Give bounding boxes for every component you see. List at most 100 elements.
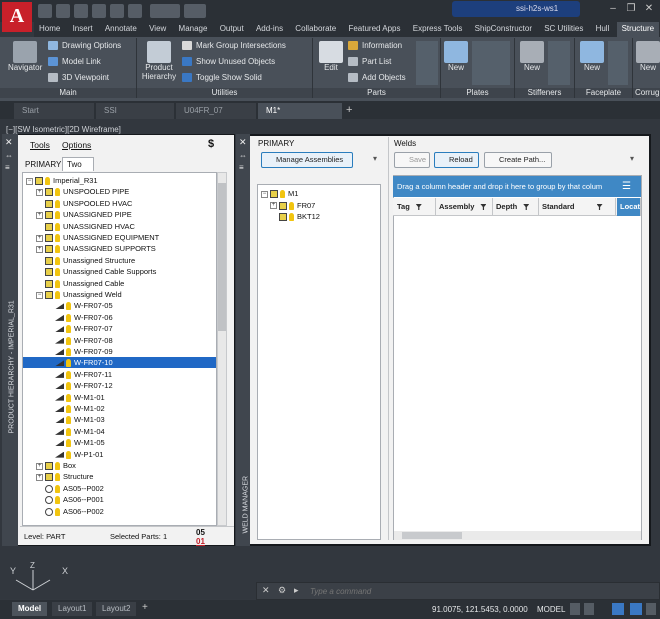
assembly-tree-item[interactable]: BKT12 [258, 211, 380, 222]
tree-item[interactable]: AS06--P001 [23, 494, 216, 505]
visibility-bulb-icon[interactable] [66, 313, 71, 322]
tab-structure[interactable]: Structure [616, 22, 660, 37]
tab-hull[interactable]: Hull [591, 22, 615, 37]
expand-toggle[interactable]: + [36, 462, 43, 470]
status-code-icon[interactable]: 05 01 [196, 528, 205, 546]
tree-item[interactable]: W-FR07-11 [23, 369, 216, 380]
visibility-bulb-icon[interactable] [55, 234, 60, 243]
product-hierarchy-button[interactable]: Product Hierarchy [140, 41, 178, 81]
visibility-bulb-icon[interactable] [66, 427, 71, 436]
tree-item[interactable]: AS05--P002 [23, 483, 216, 494]
assembly-tree-item[interactable]: + FR07 [258, 200, 380, 211]
tree-item[interactable]: − Imperial_R31 [23, 175, 216, 186]
parts-tools-icon[interactable] [416, 41, 438, 85]
close-icon[interactable]: ✕ [640, 2, 658, 16]
toggle-show-solid-button[interactable]: Toggle Show Solid [182, 73, 262, 83]
save-button[interactable]: Save [394, 152, 430, 168]
visibility-bulb-icon[interactable] [55, 291, 60, 300]
autohide-icon[interactable]: ⇔ [239, 151, 247, 160]
command-input[interactable] [310, 584, 640, 598]
tree-item[interactable]: W-FR07-07 [23, 323, 216, 334]
column-standard[interactable]: Standard [539, 198, 616, 216]
expand-toggle[interactable]: + [36, 245, 43, 253]
information-button[interactable]: Information [348, 41, 402, 51]
tab-express-tools[interactable]: Express Tools [408, 22, 468, 37]
visibility-bulb-icon[interactable] [55, 279, 60, 288]
faceplate-tools-icon[interactable] [608, 41, 628, 85]
visibility-bulb-icon[interactable] [55, 199, 60, 208]
dropdown-arrow-icon[interactable]: ▾ [630, 154, 634, 163]
expand-toggle[interactable]: + [36, 211, 43, 219]
visibility-bulb-icon[interactable] [55, 222, 60, 231]
filter-icon[interactable] [523, 204, 530, 211]
plates-new-button[interactable]: New [444, 41, 468, 72]
tree-item[interactable]: W-M1-03 [23, 414, 216, 425]
stiffeners-new-button[interactable]: New [520, 41, 544, 72]
grid-icon[interactable] [570, 603, 580, 615]
visibility-bulb-icon[interactable] [66, 325, 71, 334]
tree-item[interactable]: + UNASSIGNED SUPPORTS [23, 243, 216, 254]
visibility-bulb-icon[interactable] [66, 359, 71, 368]
part-list-button[interactable]: Part List [348, 57, 391, 67]
model-link-button[interactable]: Model Link [48, 57, 101, 67]
model-space-button[interactable]: MODEL [537, 605, 565, 614]
visibility-bulb-icon[interactable] [289, 213, 294, 222]
autohide-icon[interactable]: ⇔ [5, 151, 13, 160]
filter-icon[interactable] [480, 204, 487, 211]
tab-layout1[interactable]: Layout1 [52, 602, 93, 616]
minimize-icon[interactable]: – [604, 2, 622, 16]
options-menu[interactable]: Options [62, 140, 91, 150]
visibility-bulb-icon[interactable] [55, 211, 60, 220]
tree-item[interactable]: Unassigned Cable Supports [23, 266, 216, 277]
column-location[interactable]: Locat [617, 198, 641, 216]
tree-item[interactable]: + Box [23, 460, 216, 471]
tree-item[interactable]: + UNSPOOLED PIPE [23, 186, 216, 197]
visibility-bulb-icon[interactable] [55, 496, 60, 505]
stiffeners-tools-icon[interactable] [548, 41, 570, 85]
open-icon[interactable] [56, 4, 70, 18]
visibility-bulb-icon[interactable] [66, 370, 71, 379]
column-chooser-icon[interactable]: ☰ [622, 181, 631, 192]
tree-item[interactable]: + UNASSIGNED EQUIPMENT [23, 232, 216, 243]
app-menu-button[interactable]: A [2, 2, 32, 32]
visibility-bulb-icon[interactable] [55, 268, 60, 277]
expand-toggle[interactable]: + [36, 473, 43, 481]
visibility-bulb-icon[interactable] [66, 439, 71, 448]
filter-icon[interactable] [415, 204, 422, 211]
tree-item[interactable]: W-FR07-10 [23, 357, 216, 369]
print-icon[interactable] [128, 4, 142, 18]
scrollbar-thumb[interactable] [218, 183, 226, 331]
drawing-options-button[interactable]: Drawing Options [48, 41, 121, 51]
create-path-button[interactable]: Create Path... [484, 152, 552, 168]
close-icon[interactable]: ✕ [239, 137, 247, 148]
tree-item[interactable]: W-FR07-05 [23, 300, 216, 311]
visibility-bulb-icon[interactable] [66, 336, 71, 345]
visibility-bulb-icon[interactable] [55, 484, 60, 493]
customize-icon[interactable]: ⚙ [278, 585, 286, 596]
ortho-icon[interactable] [612, 603, 624, 615]
visibility-bulb-icon[interactable] [66, 382, 71, 391]
tab-output[interactable]: Output [215, 22, 249, 37]
plates-tools-icon[interactable] [472, 41, 510, 85]
weld-manager-link-icon[interactable]: $ [208, 138, 214, 150]
tab-annotate[interactable]: Annotate [100, 22, 142, 37]
tree-item[interactable]: W-FR07-09 [23, 346, 216, 357]
visibility-bulb-icon[interactable] [66, 393, 71, 402]
tools-menu[interactable]: Tools [30, 140, 50, 150]
edit-button[interactable]: Edit [318, 41, 344, 72]
snap-icon[interactable] [584, 603, 594, 615]
3d-viewpoint-button[interactable]: 3D Viewpoint [48, 73, 109, 83]
corrug-new-button[interactable]: New [636, 41, 660, 72]
visibility-bulb-icon[interactable] [55, 462, 60, 471]
visibility-bulb-icon[interactable] [55, 256, 60, 265]
tree-item[interactable]: W-FR07-08 [23, 335, 216, 346]
tree-item[interactable]: Unassigned Structure [23, 255, 216, 266]
save-icon[interactable] [74, 4, 88, 18]
add-layout-icon[interactable]: + [142, 602, 148, 613]
tab-layout2[interactable]: Layout2 [96, 602, 137, 616]
navigator-button[interactable]: Navigator [8, 41, 42, 72]
scrollbar-thumb[interactable] [402, 532, 462, 539]
undo-icon[interactable] [150, 4, 180, 18]
tree-item[interactable]: W-M1-02 [23, 403, 216, 414]
visibility-bulb-icon[interactable] [55, 245, 60, 254]
